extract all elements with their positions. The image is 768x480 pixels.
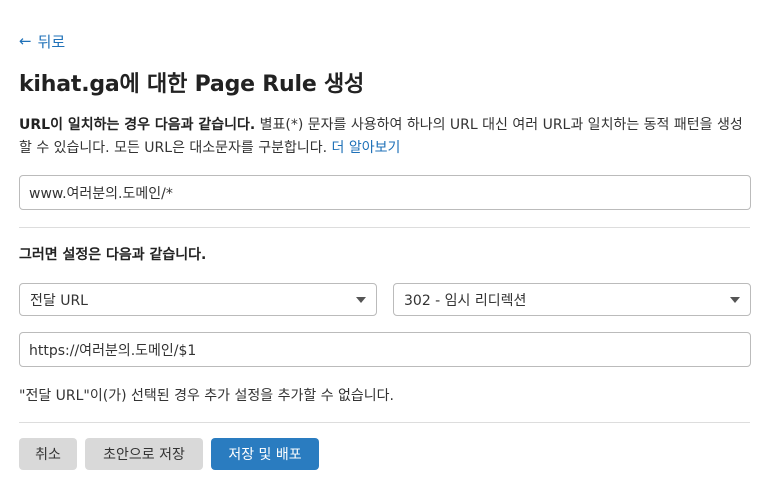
destination-url-value: https://여러분의.도메인/$1 — [29, 342, 197, 359]
learn-more-link[interactable]: 더 알아보기 — [332, 140, 401, 156]
back-label: 뒤로 — [37, 33, 66, 51]
settings-heading: 그러면 설정은 다음과 같습니다. — [19, 247, 207, 263]
back-link[interactable]: ← 뒤로 — [19, 31, 65, 52]
setting-select-value: 전달 URL — [30, 292, 88, 309]
setting-select[interactable]: 전달 URL — [19, 283, 377, 316]
chevron-down-icon — [356, 296, 366, 303]
status-code-select[interactable]: 302 - 임시 리디렉션 — [393, 283, 751, 316]
url-match-input[interactable]: www.여러분의.도메인/* — [19, 175, 751, 210]
divider — [19, 422, 750, 423]
cancel-button[interactable]: 취소 — [19, 438, 77, 470]
arrow-left-icon: ← — [19, 32, 32, 50]
forwarding-note: "전달 URL"이(가) 선택된 경우 추가 설정을 추가할 수 없습니다. — [19, 388, 394, 404]
save-draft-button[interactable]: 초안으로 저장 — [85, 438, 203, 470]
chevron-down-icon — [730, 296, 740, 303]
description: URL이 일치하는 경우 다음과 같습니다. 별표(*) 문자를 사용하여 하나… — [19, 114, 754, 160]
url-match-value: www.여러분의.도메인/* — [29, 185, 173, 202]
save-deploy-button[interactable]: 저장 및 배포 — [211, 438, 319, 470]
divider — [19, 227, 750, 228]
status-code-select-value: 302 - 임시 리디렉션 — [404, 292, 527, 309]
destination-url-input[interactable]: https://여러분의.도메인/$1 — [19, 332, 751, 367]
page-title: kihat.ga에 대한 Page Rule 생성 — [19, 72, 365, 97]
description-bold: URL이 일치하는 경우 다음과 같습니다. — [19, 117, 256, 133]
